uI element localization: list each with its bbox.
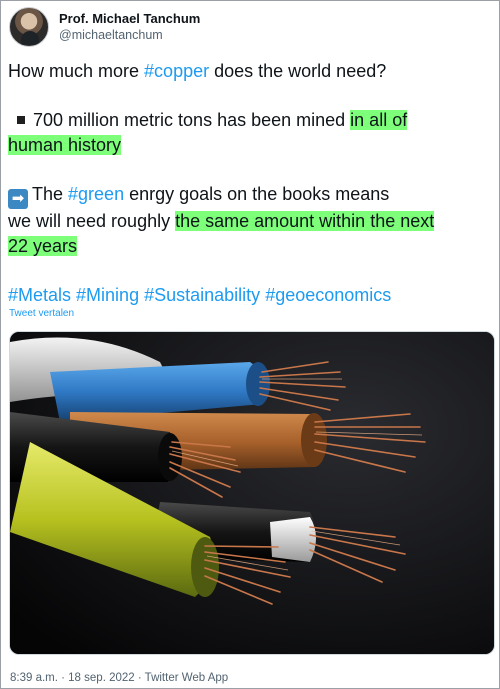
- tweet-paragraph-history: 700 million metric tons has been mined i…: [8, 108, 494, 158]
- highlight-text: in all of: [350, 110, 408, 130]
- tweet-media-photo[interactable]: [9, 331, 495, 655]
- hashtag-green[interactable]: #green: [68, 184, 124, 204]
- translate-link[interactable]: Tweet vertalen: [9, 308, 74, 319]
- highlight-text: human history: [8, 135, 122, 155]
- right-arrow-icon: ➡: [8, 189, 28, 209]
- display-name[interactable]: Prof. Michael Tanchum: [59, 10, 200, 27]
- hashtag-list: #Metals #Mining #Sustainability #geoecon…: [8, 283, 494, 308]
- text-segment: does the world need?: [209, 61, 387, 81]
- copper-cables-photo-icon: [10, 332, 494, 654]
- highlight-text: the same amount within the next: [175, 211, 435, 231]
- author-names: Prof. Michael Tanchum @michaeltanchum: [59, 10, 200, 44]
- hashtag-geoeconomics[interactable]: #geoeconomics: [265, 285, 391, 305]
- tweet-timestamp[interactable]: 8:39 a.m. · 18 sep. 2022 · Twitter Web A…: [10, 672, 228, 684]
- user-handle[interactable]: @michaeltanchum: [59, 27, 200, 44]
- text-segment: The: [32, 184, 69, 204]
- hashtag-sustainability[interactable]: #Sustainability: [144, 285, 260, 305]
- tweet-paragraph-future: ➡ The #green enrgy goals on the books mea…: [8, 182, 494, 259]
- tweet-paragraph-question: How much more #copper does the world nee…: [8, 59, 494, 84]
- text-segment: How much more: [8, 61, 145, 81]
- avatar[interactable]: [9, 7, 49, 47]
- tweet-card: Prof. Michael Tanchum @michaeltanchum Ho…: [0, 0, 500, 689]
- hashtag-mining[interactable]: #Mining: [76, 285, 139, 305]
- highlight-text: 22 years: [8, 236, 78, 256]
- text-segment: 700 million metric tons has been mined: [33, 110, 351, 130]
- text-segment: we will need roughly: [8, 211, 176, 231]
- tweet-header: Prof. Michael Tanchum @michaeltanchum: [9, 7, 200, 47]
- text-segment: enrgy goals on the books means: [124, 184, 390, 204]
- hashtag-metals[interactable]: #Metals: [8, 285, 71, 305]
- hashtag-copper[interactable]: #copper: [144, 61, 209, 81]
- black-square-icon: [17, 115, 25, 124]
- tweet-text: How much more #copper does the world nee…: [8, 59, 494, 332]
